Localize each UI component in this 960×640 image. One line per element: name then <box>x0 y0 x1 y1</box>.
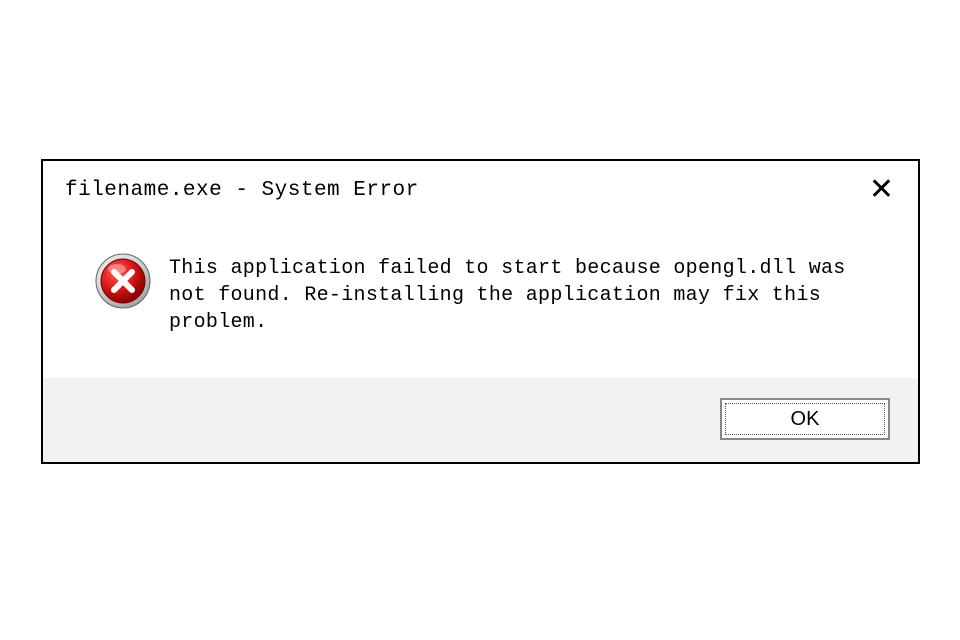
error-icon <box>95 253 151 309</box>
button-bar: OK <box>43 378 918 462</box>
close-icon[interactable]: ✕ <box>865 175 898 205</box>
error-dialog: filename.exe - System Error ✕ <box>41 159 920 464</box>
error-message: This application failed to start because… <box>169 255 878 336</box>
ok-button[interactable]: OK <box>720 398 890 440</box>
dialog-title: filename.exe - System Error <box>65 179 419 202</box>
ok-button-label: OK <box>791 408 820 431</box>
dialog-body: This application failed to start because… <box>43 213 918 378</box>
titlebar: filename.exe - System Error ✕ <box>43 161 918 213</box>
